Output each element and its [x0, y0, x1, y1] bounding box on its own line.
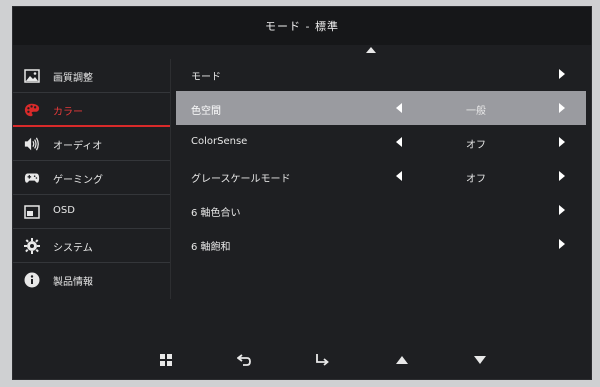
sidebar-item-picture[interactable]: 画質調整 — [13, 59, 170, 93]
sidebar-item-color[interactable]: カラー — [13, 93, 170, 127]
menu-row-colorsense[interactable]: ColorSense オフ — [176, 125, 586, 159]
row-value: オフ — [466, 140, 486, 151]
arrow-left-icon[interactable] — [396, 171, 402, 181]
menu-row-6axis-saturation[interactable]: 6 軸飽和 — [176, 227, 586, 261]
back-icon[interactable] — [237, 353, 251, 367]
picture-icon — [24, 68, 40, 84]
row-value: オフ — [466, 174, 486, 185]
arrow-right-icon[interactable] — [559, 103, 565, 113]
sidebar-item-label: カラー — [53, 107, 83, 118]
arrow-right-icon[interactable] — [559, 205, 565, 215]
vertical-divider — [170, 59, 171, 299]
sidebar-item-label: 画質調整 — [53, 73, 93, 84]
gamepad-icon — [24, 170, 40, 186]
sidebar-item-info[interactable]: 製品情報 — [13, 263, 170, 297]
sidebar-item-label: システム — [53, 243, 93, 254]
palette-icon — [24, 102, 40, 118]
arrow-right-icon[interactable] — [559, 69, 565, 79]
osd-icon — [24, 204, 40, 220]
bottom-button-bar — [13, 343, 591, 379]
enter-icon[interactable] — [315, 353, 329, 367]
down-icon[interactable] — [473, 353, 487, 367]
speaker-icon — [24, 136, 40, 152]
sidebar-item-audio[interactable]: オーディオ — [13, 127, 170, 161]
osd-panel: モード - 標準 画質調整 カラー オーディオ ゲーミング OSD システム 製… — [12, 6, 592, 380]
sidebar-item-system[interactable]: システム — [13, 229, 170, 263]
row-label: 色空間 — [191, 106, 221, 117]
menu-row-grayscale-mode[interactable]: グレースケールモード オフ — [176, 159, 586, 193]
sidebar-item-label: 製品情報 — [53, 277, 93, 288]
scroll-up-indicator-icon — [366, 47, 376, 53]
osd-title: モード - 標準 — [265, 20, 339, 33]
gear-icon — [24, 238, 40, 254]
arrow-left-icon[interactable] — [396, 137, 402, 147]
sidebar-item-label: ゲーミング — [53, 175, 103, 186]
osd-header: モード - 標準 — [13, 7, 591, 45]
row-label: 6 軸色合い — [191, 208, 241, 219]
arrow-right-icon[interactable] — [559, 137, 565, 147]
row-label: ColorSense — [191, 136, 248, 147]
arrow-right-icon[interactable] — [559, 239, 565, 249]
menu-grid-icon[interactable] — [159, 353, 173, 367]
sidebar-item-osd[interactable]: OSD — [13, 195, 170, 229]
arrow-right-icon[interactable] — [559, 171, 565, 181]
sidebar-item-label: オーディオ — [53, 141, 103, 152]
up-icon[interactable] — [395, 353, 409, 367]
menu-row-mode[interactable]: モード — [176, 57, 586, 91]
sidebar: 画質調整 カラー オーディオ ゲーミング OSD システム 製品情報 — [13, 59, 170, 297]
row-label: モード — [191, 72, 221, 83]
settings-menu: モード 色空間 一般 ColorSense オフ グレースケールモード オフ 6… — [176, 57, 586, 261]
row-value: 一般 — [466, 106, 486, 117]
sidebar-item-label: OSD — [53, 205, 75, 216]
menu-row-color-space[interactable]: 色空間 一般 — [176, 91, 586, 125]
row-label: グレースケールモード — [191, 174, 291, 185]
menu-row-6axis-hue[interactable]: 6 軸色合い — [176, 193, 586, 227]
row-label: 6 軸飽和 — [191, 242, 231, 253]
sidebar-item-gaming[interactable]: ゲーミング — [13, 161, 170, 195]
info-icon — [24, 272, 40, 288]
arrow-left-icon[interactable] — [396, 103, 402, 113]
